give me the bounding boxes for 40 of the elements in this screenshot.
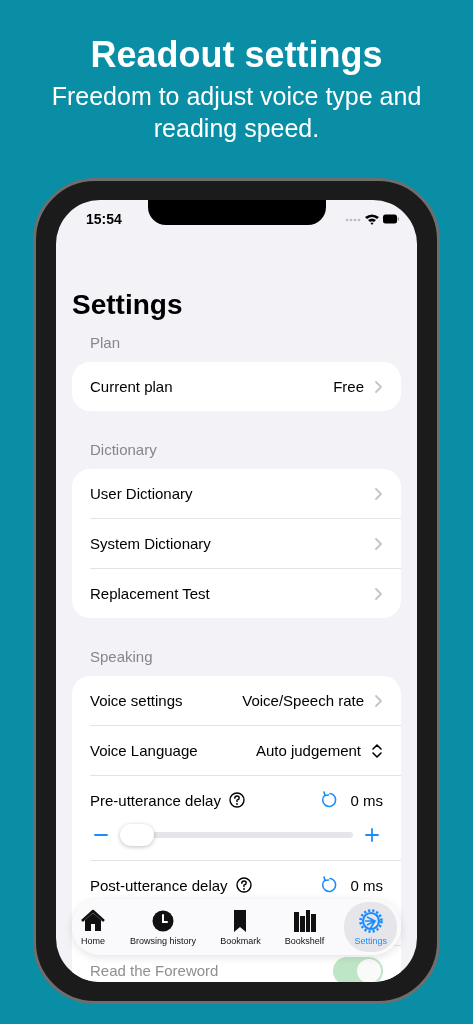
tab-item[interactable]: Home — [76, 902, 110, 952]
section-header: Speaking — [89, 647, 154, 667]
chevron-icon — [374, 586, 383, 601]
settings-row[interactable]: Replacement Test — [90, 569, 401, 618]
reset-icon — [320, 876, 339, 894]
tab-item[interactable]: Browsing history — [126, 902, 201, 952]
section-header: Plan — [89, 333, 122, 353]
settings-row[interactable]: Voice settings Voice/Speech rate — [90, 676, 401, 726]
slider-thumb[interactable] — [120, 824, 154, 846]
setting-label: Pre-utterance delay — [90, 791, 221, 809]
page-title: Settings — [72, 288, 184, 322]
setting-value: 0 ms — [350, 876, 383, 894]
help-icon — [235, 877, 252, 893]
headline: Readout settings — [90, 34, 383, 76]
chevron-icon — [374, 693, 383, 708]
settings-row[interactable]: System Dictionary — [90, 519, 401, 569]
settings-row[interactable]: Current plan Free — [90, 362, 401, 411]
reset-icon — [320, 791, 339, 809]
help-icon — [228, 792, 245, 808]
subheadline: Freedom to adjust voice type and reading speed. — [50, 81, 423, 144]
status-icons — [345, 213, 399, 225]
setting-label: Post-utterance delay — [90, 876, 228, 894]
home-icon — [80, 908, 106, 933]
plus-icon — [365, 828, 379, 842]
chevron-icon — [374, 536, 383, 551]
setting-label: Read the Foreword — [90, 962, 219, 979]
settings-row[interactable]: User Dictionary — [90, 469, 401, 519]
tab-item[interactable]: Bookshelf — [280, 902, 329, 952]
setting-value: 0 ms — [350, 791, 383, 809]
books-icon — [291, 908, 318, 933]
up-down-icon — [371, 742, 383, 759]
chevron-icon — [374, 486, 383, 501]
toggle-switch[interactable] — [333, 956, 383, 982]
gear-icon — [357, 908, 384, 933]
slider-track[interactable] — [120, 824, 353, 846]
settings-row[interactable]: Voice Language Auto judgement — [90, 726, 401, 776]
tab-item[interactable]: Bookmark — [216, 902, 265, 952]
status-time: 15:54 — [86, 211, 122, 227]
section-header: Dictionary — [89, 440, 158, 460]
chevron-icon — [374, 379, 383, 394]
